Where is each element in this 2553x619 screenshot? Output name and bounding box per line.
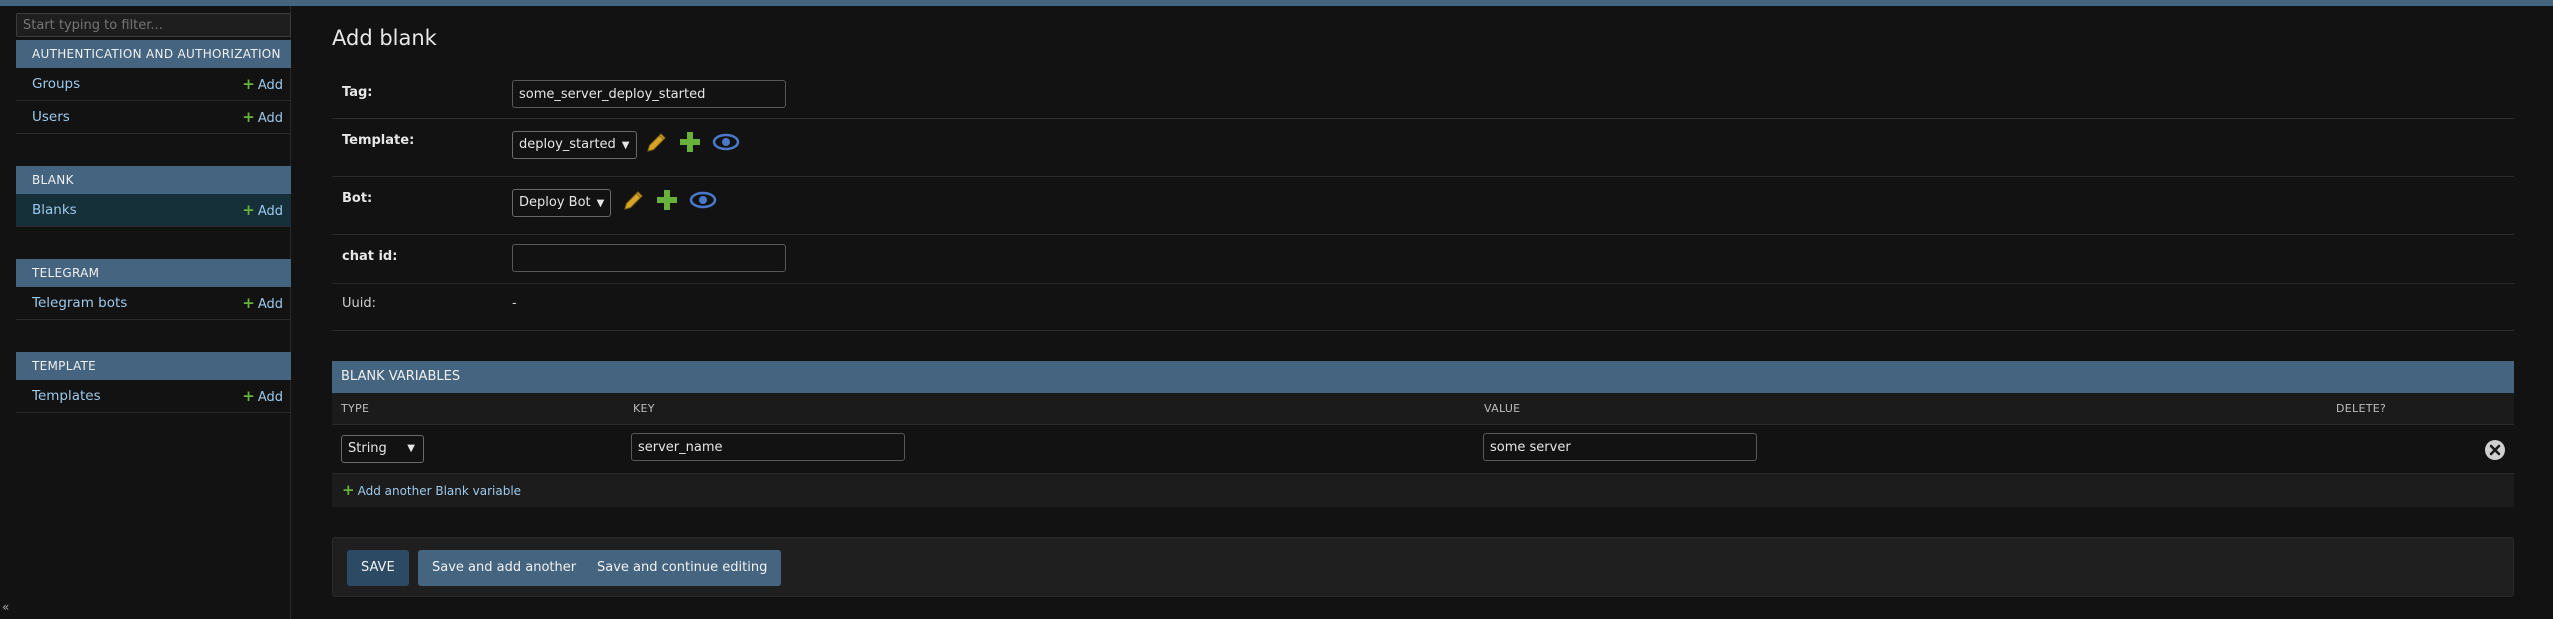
chevron-down-icon: ▼ bbox=[407, 443, 415, 454]
plus-icon: + bbox=[242, 108, 255, 126]
save-and-add-another-button[interactable]: Save and add another bbox=[418, 550, 591, 586]
sidebar-item-telegram-bots[interactable]: Telegram bots + Add bbox=[16, 287, 291, 320]
view-eye-icon[interactable] bbox=[712, 130, 740, 154]
module-caption-auth: AUTHENTICATION AND AUTHORIZATION bbox=[16, 40, 291, 68]
variable-type-select[interactable]: String ▼ bbox=[341, 435, 424, 463]
submit-row: SAVE Save and add another Save and conti… bbox=[332, 537, 2514, 597]
form-row-uuid: Uuid: - bbox=[332, 284, 2514, 331]
add-users-link[interactable]: + Add bbox=[242, 101, 283, 135]
add-another-variable-link[interactable]: Add another Blank variable bbox=[358, 484, 522, 498]
save-button[interactable]: SAVE bbox=[347, 550, 409, 586]
form-row-tag: Tag: bbox=[332, 68, 2514, 119]
save-and-continue-button[interactable]: Save and continue editing bbox=[583, 550, 782, 586]
bot-label: Bot: bbox=[342, 191, 373, 206]
table-row: String ▼ bbox=[332, 425, 2514, 474]
plus-icon: + bbox=[342, 481, 355, 499]
plus-icon: + bbox=[242, 201, 255, 219]
plus-icon: + bbox=[242, 387, 255, 405]
module-auth: AUTHENTICATION AND AUTHORIZATION Groups … bbox=[16, 40, 291, 134]
tag-input[interactable] bbox=[512, 80, 786, 108]
template-label: Template: bbox=[342, 133, 415, 148]
column-header-type: TYPE bbox=[341, 402, 370, 415]
sidebar: AUTHENTICATION AND AUTHORIZATION Groups … bbox=[0, 6, 291, 619]
module-template: TEMPLATE Templates + Add bbox=[16, 352, 291, 413]
module-telegram: TELEGRAM Telegram bots + Add bbox=[16, 259, 291, 320]
form-row-chat-id: chat id: bbox=[332, 235, 2514, 284]
plus-icon: + bbox=[242, 294, 255, 312]
template-select[interactable]: deploy_started ▼ bbox=[512, 131, 637, 159]
chat-id-input[interactable] bbox=[512, 244, 786, 272]
delete-row-icon[interactable] bbox=[2484, 439, 2506, 461]
chat-id-label: chat id: bbox=[342, 249, 398, 264]
sidebar-item-label[interactable]: Telegram bots bbox=[32, 295, 127, 311]
sidebar-item-groups[interactable]: Groups + Add bbox=[16, 68, 291, 101]
sidebar-item-label[interactable]: Groups bbox=[32, 76, 80, 92]
module-caption-telegram: TELEGRAM bbox=[16, 259, 291, 287]
module-blank: BLANK Blanks + Add bbox=[16, 166, 291, 227]
add-templates-link[interactable]: + Add bbox=[242, 380, 283, 414]
sidebar-item-templates[interactable]: Templates + Add bbox=[16, 380, 291, 413]
edit-pencil-icon[interactable] bbox=[622, 188, 646, 212]
variable-value-input[interactable] bbox=[1483, 433, 1757, 461]
sidebar-item-label[interactable]: Users bbox=[32, 109, 70, 125]
edit-pencil-icon[interactable] bbox=[645, 130, 669, 154]
sidebar-item-label[interactable]: Templates bbox=[32, 388, 101, 404]
column-header-key: KEY bbox=[633, 402, 655, 415]
column-header-delete: DELETE? bbox=[2336, 402, 2387, 415]
inline-caption: BLANK VARIABLES bbox=[332, 361, 2514, 393]
top-bar bbox=[0, 0, 2553, 6]
add-plus-icon[interactable] bbox=[678, 130, 702, 154]
add-plus-icon[interactable] bbox=[655, 188, 679, 212]
form-row-template: Template: deploy_started ▼ bbox=[332, 119, 2514, 177]
collapse-sidebar-toggle[interactable]: « bbox=[2, 600, 9, 614]
uuid-value: - bbox=[512, 296, 517, 311]
column-header-value: VALUE bbox=[1484, 402, 1521, 415]
inline-table-header: TYPE KEY VALUE DELETE? bbox=[332, 393, 2514, 425]
form-row-bot: Bot: Deploy Bot ▼ bbox=[332, 177, 2514, 235]
module-caption-template: TEMPLATE bbox=[16, 352, 291, 380]
uuid-label: Uuid: bbox=[342, 296, 376, 311]
tag-label: Tag: bbox=[342, 85, 373, 100]
add-another-row: + Add another Blank variable bbox=[332, 474, 2514, 507]
page-title: Add blank bbox=[332, 26, 437, 50]
variable-key-input[interactable] bbox=[631, 433, 905, 461]
add-blanks-link[interactable]: + Add bbox=[242, 194, 283, 228]
sidebar-filter-input[interactable] bbox=[16, 13, 291, 37]
add-telegram-bots-link[interactable]: + Add bbox=[242, 287, 283, 321]
view-eye-icon[interactable] bbox=[689, 188, 717, 212]
chevron-down-icon: ▼ bbox=[596, 198, 605, 209]
module-caption-blank: BLANK bbox=[16, 166, 291, 194]
sidebar-item-users[interactable]: Users + Add bbox=[16, 101, 291, 134]
sidebar-item-label[interactable]: Blanks bbox=[32, 202, 77, 218]
sidebar-item-blanks[interactable]: Blanks + Add bbox=[16, 194, 291, 227]
bot-select[interactable]: Deploy Bot ▼ bbox=[512, 189, 612, 217]
plus-icon: + bbox=[242, 75, 255, 93]
add-groups-link[interactable]: + Add bbox=[242, 68, 283, 102]
chevron-down-icon: ▼ bbox=[621, 140, 630, 151]
